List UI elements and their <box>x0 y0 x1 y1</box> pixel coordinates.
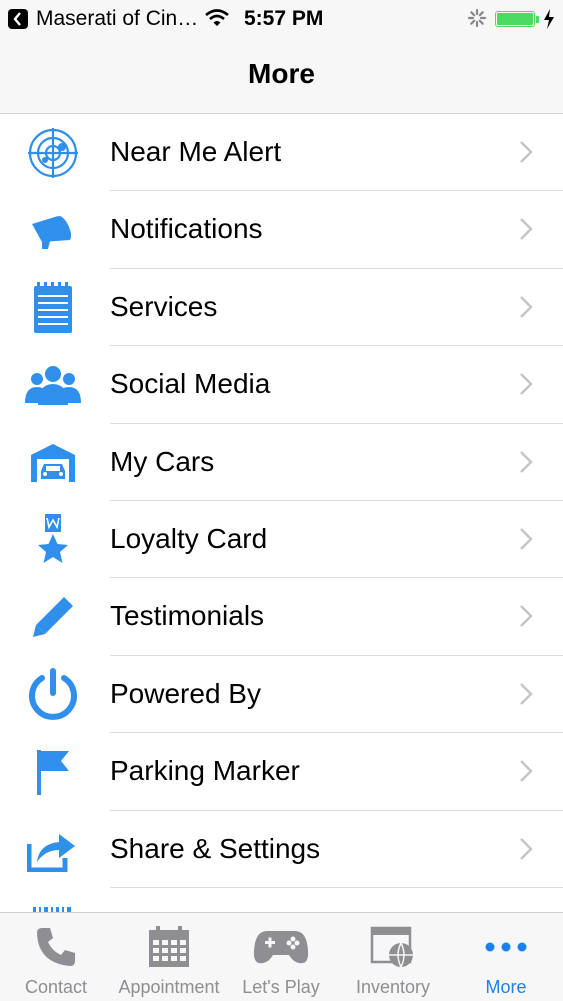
tab-label: More <box>485 977 527 997</box>
more-menu-list[interactable]: Near Me Alert Notifications Services Soc… <box>0 114 563 912</box>
tab-label: Let's Play <box>242 977 320 997</box>
notepad-icon <box>24 281 82 333</box>
menu-item-label: Social Media <box>110 368 271 400</box>
tab-label: Inventory <box>355 977 431 997</box>
award-star-icon <box>24 513 82 565</box>
menu-item-label: Testimonials <box>110 600 265 632</box>
navigation-bar: More <box>0 38 563 114</box>
tab-label: Appointment <box>118 977 220 997</box>
menu-item-label: Powered By <box>110 677 261 709</box>
chevron-right-icon <box>520 373 533 396</box>
tab-more[interactable]: More <box>450 913 562 1001</box>
menu-item-testimonials[interactable]: Testimonials <box>0 578 563 656</box>
status-time: 5:57 PM <box>244 7 324 30</box>
chevron-right-icon <box>520 760 533 782</box>
menu-item-label: Services <box>110 290 218 322</box>
carrier-name: Maserati of Cin… <box>36 7 199 30</box>
chevron-right-icon <box>520 295 533 318</box>
menu-item-services[interactable]: Services <box>0 269 563 347</box>
tab-contact[interactable]: Contact <box>0 913 112 1001</box>
gamepad-icon <box>225 923 337 971</box>
chevron-right-icon <box>520 218 533 241</box>
menu-item-parking-marker[interactable]: Parking Marker <box>0 733 563 811</box>
back-to-app-button[interactable] <box>8 9 28 29</box>
share-icon <box>24 825 82 875</box>
calendar-icon <box>113 923 225 971</box>
tab-lets-play[interactable]: Let's Play <box>225 913 337 1001</box>
chevron-right-icon <box>520 682 533 705</box>
browser-globe-icon <box>337 923 449 971</box>
chevron-right-icon <box>520 528 533 550</box>
chevron-right-icon <box>520 141 533 163</box>
more-dots-icon <box>450 923 562 971</box>
menu-item-label: Notifications <box>110 213 263 245</box>
back-chevron-icon <box>13 12 21 26</box>
garage-icon <box>24 438 82 488</box>
menu-item-loyalty-card[interactable]: Loyalty Card <box>0 501 563 579</box>
menu-item-label: Parking Marker <box>110 755 300 787</box>
menu-item-my-cars[interactable]: My Cars <box>0 424 563 501</box>
tab-bar: Contact Appointment Let's Play Inventory… <box>0 912 563 1001</box>
flag-icon <box>24 747 82 797</box>
menu-item-label: Loyalty Card <box>110 522 268 554</box>
menu-item-label: My Cars <box>110 445 215 477</box>
tab-label: Contact <box>24 977 88 997</box>
power-icon <box>24 667 82 720</box>
charging-bolt-icon <box>544 9 554 29</box>
page-title: More <box>248 58 315 89</box>
barcode-icon <box>24 882 82 912</box>
radar-icon <box>24 128 82 178</box>
activity-spinner-icon <box>467 8 487 28</box>
people-icon <box>24 360 82 410</box>
tab-appointment[interactable]: Appointment <box>113 913 225 1001</box>
status-bar: Maserati of Cin… 5:57 PM <box>0 0 563 38</box>
chevron-right-icon <box>520 837 533 860</box>
phone-icon <box>0 923 112 971</box>
pencil-icon <box>24 592 82 642</box>
menu-item-near-me-alert[interactable]: Near Me Alert <box>0 114 563 192</box>
menu-item-notifications[interactable]: Notifications <box>0 191 563 269</box>
chevron-right-icon <box>520 450 533 473</box>
chevron-right-icon <box>520 605 533 628</box>
battery-icon <box>495 11 535 27</box>
battery-tip <box>536 16 539 23</box>
megaphone-icon <box>24 205 82 255</box>
tab-inventory[interactable]: Inventory <box>337 913 449 1001</box>
menu-item-social-media[interactable]: Social Media <box>0 346 563 424</box>
menu-item-partial[interactable] <box>0 888 563 912</box>
wifi-icon <box>205 9 229 26</box>
menu-item-label: Share & Settings <box>110 832 321 864</box>
menu-item-share-settings[interactable]: Share & Settings <box>0 811 563 888</box>
menu-item-powered-by[interactable]: Powered By <box>0 656 563 734</box>
menu-item-label: Near Me Alert <box>110 136 282 167</box>
